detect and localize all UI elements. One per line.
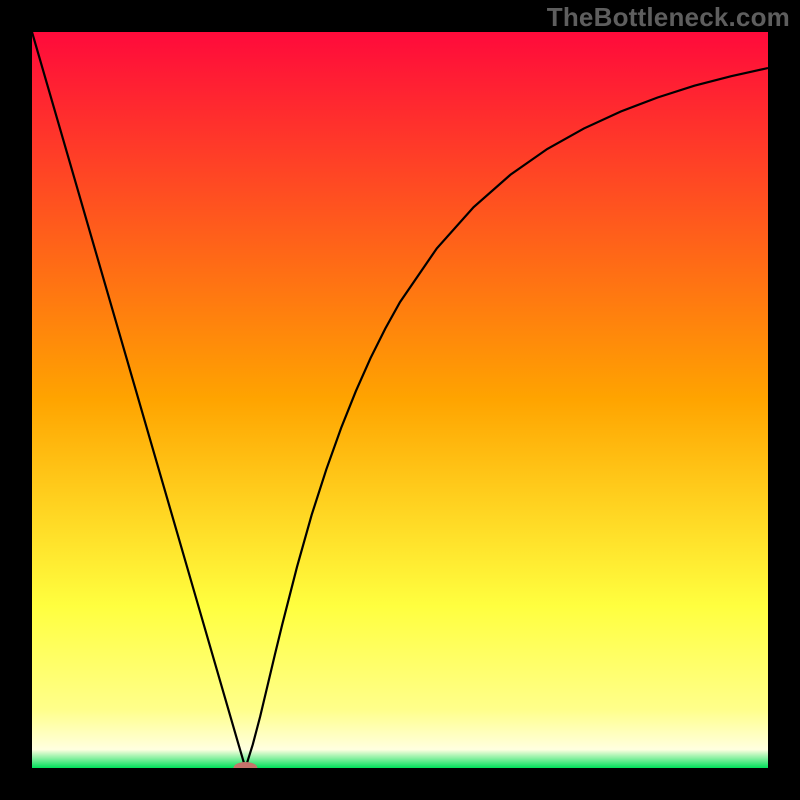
watermark-text: TheBottleneck.com: [547, 2, 790, 33]
chart-background: [32, 32, 768, 768]
chart-frame: TheBottleneck.com: [0, 0, 800, 800]
chart-plot-area: [32, 32, 768, 768]
chart-svg: [32, 32, 768, 768]
